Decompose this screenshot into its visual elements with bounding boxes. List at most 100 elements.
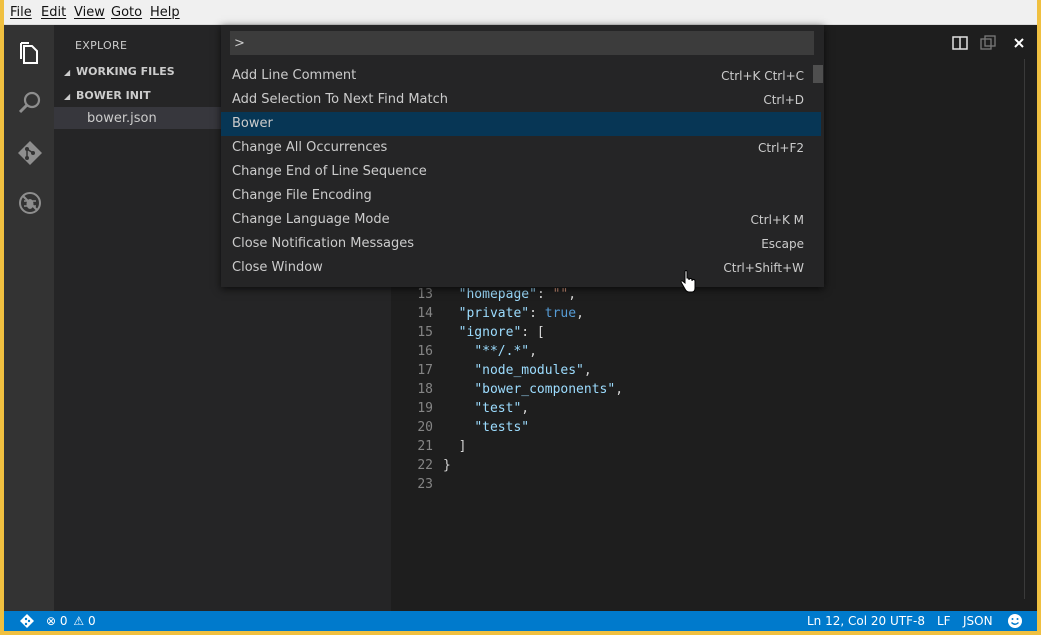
git-icon[interactable]: [16, 139, 44, 167]
code-token: "node_modules": [474, 363, 584, 378]
command-keybinding: Escape: [761, 237, 804, 251]
split-editor-icon[interactable]: [952, 35, 968, 51]
code-token: ,: [568, 287, 577, 302]
activity-bar: [4, 25, 54, 611]
chevron-down-icon: ◢: [64, 92, 71, 101]
app-window: File Edit View Goto Help EXPLORE ◢ WORKI…: [4, 0, 1037, 631]
files-icon[interactable]: [16, 39, 44, 67]
line-number: 19: [417, 401, 433, 416]
command-palette: Add Line Comment Ctrl+K Ctrl+C Add Selecti…: [221, 25, 824, 287]
code-token: "homepage": [458, 287, 537, 302]
code-token: ,: [529, 344, 537, 359]
encoding-indicator[interactable]: UTF-8: [890, 614, 925, 628]
menu-help[interactable]: Help: [150, 5, 180, 20]
command-item[interactable]: Bower: [221, 112, 821, 136]
menu-goto[interactable]: Goto: [111, 5, 142, 20]
code-token: :: [536, 287, 553, 302]
code-token: ]: [458, 439, 467, 454]
language-mode[interactable]: JSON: [963, 614, 993, 628]
command-label: Close Notification Messages: [232, 236, 415, 251]
close-icon[interactable]: [1013, 37, 1025, 49]
code-text: "private": true,: [443, 306, 584, 321]
command-item[interactable]: Add Line Comment Ctrl+K Ctrl+C: [221, 64, 821, 88]
line-number: 15: [417, 325, 433, 340]
search-icon[interactable]: [16, 89, 44, 117]
command-item[interactable]: Change End of Line Sequence: [221, 160, 821, 184]
line-number: 22: [417, 458, 433, 473]
code-token: "ignore": [458, 325, 522, 340]
command-item[interactable]: Close Notification Messages Escape: [221, 232, 821, 256]
eol-indicator[interactable]: LF: [937, 614, 951, 628]
line-number: 13: [417, 287, 433, 302]
menu-file[interactable]: File: [10, 5, 32, 20]
command-label: Add Line Comment: [232, 68, 357, 83]
command-label: Change End of Line Sequence: [232, 164, 427, 179]
code-text: "node_modules",: [443, 363, 591, 378]
command-keybinding: Ctrl+K M: [750, 213, 804, 227]
code-token: true: [544, 306, 577, 321]
command-item[interactable]: Change Language Mode Ctrl+K M: [221, 208, 821, 232]
code-token: ,: [615, 382, 624, 397]
warning-icon: ⚠: [73, 614, 85, 628]
open-changes-icon[interactable]: [980, 35, 996, 51]
code-text: "tests": [443, 420, 529, 435]
code-token: "": [552, 287, 569, 302]
code-token: "**/.*": [474, 344, 530, 359]
line-number: 21: [417, 439, 433, 454]
working-files-header[interactable]: ◢ WORKING FILES: [64, 65, 175, 78]
code-token: "private": [458, 306, 530, 321]
code-text: "test",: [443, 401, 529, 416]
command-label: Change All Occurrences: [232, 140, 388, 155]
menu-view[interactable]: View: [74, 5, 105, 20]
line-number: 14: [417, 306, 433, 321]
code-token: ,: [521, 401, 530, 416]
menu-edit[interactable]: Edit: [41, 5, 66, 20]
code-token: :: [529, 306, 545, 321]
code-text: "homepage": "",: [443, 287, 576, 302]
command-label: Change Language Mode: [232, 212, 390, 227]
code-token: "test": [474, 401, 522, 416]
warning-count: 0: [87, 614, 96, 628]
command-keybinding: Ctrl+K Ctrl+C: [721, 69, 804, 83]
command-item[interactable]: Change File Encoding: [221, 184, 821, 208]
problems-indicator[interactable]: ⊗ 0 ⚠ 0: [46, 614, 96, 628]
command-keybinding: Ctrl+D: [763, 93, 804, 107]
command-label: Change File Encoding: [232, 188, 372, 203]
editor-scrollbar[interactable]: [1024, 59, 1037, 599]
command-item[interactable]: Close Window Ctrl+Shift+W: [221, 256, 821, 280]
command-input[interactable]: [230, 31, 814, 55]
command-keybinding: Ctrl+Shift+W: [723, 261, 804, 275]
code-text: "ignore": [: [443, 325, 545, 340]
command-keybinding: Ctrl+F2: [758, 141, 804, 155]
project-header[interactable]: ◢ BOWER INIT: [64, 89, 151, 102]
git-status-icon[interactable]: [20, 614, 34, 628]
line-number: 18: [417, 382, 433, 397]
command-item[interactable]: Change All Occurrences Ctrl+F2: [221, 136, 821, 160]
code-text: ]: [443, 439, 467, 454]
line-number: 16: [417, 344, 433, 359]
code-token: ,: [576, 306, 584, 321]
command-label: Add Selection To Next Find Match: [232, 92, 449, 107]
working-files-label: WORKING FILES: [76, 65, 175, 78]
code-token: : [: [521, 325, 545, 340]
line-number: 20: [417, 420, 433, 435]
command-list-scrollbar[interactable]: [813, 65, 823, 83]
error-count: 0: [59, 614, 68, 628]
command-label: Bower: [232, 116, 273, 131]
feedback-smiley-icon[interactable]: [1007, 613, 1023, 629]
cursor-position[interactable]: Ln 12, Col 20: [807, 614, 886, 628]
debug-icon[interactable]: [16, 189, 44, 217]
code-token: }: [443, 458, 451, 473]
file-name: bower.json: [87, 111, 157, 126]
command-item[interactable]: Add Selection To Next Find Match Ctrl+D: [221, 88, 821, 112]
line-number: 23: [417, 477, 433, 492]
code-token: "tests": [474, 420, 530, 435]
code-token: "bower_components": [474, 382, 616, 397]
